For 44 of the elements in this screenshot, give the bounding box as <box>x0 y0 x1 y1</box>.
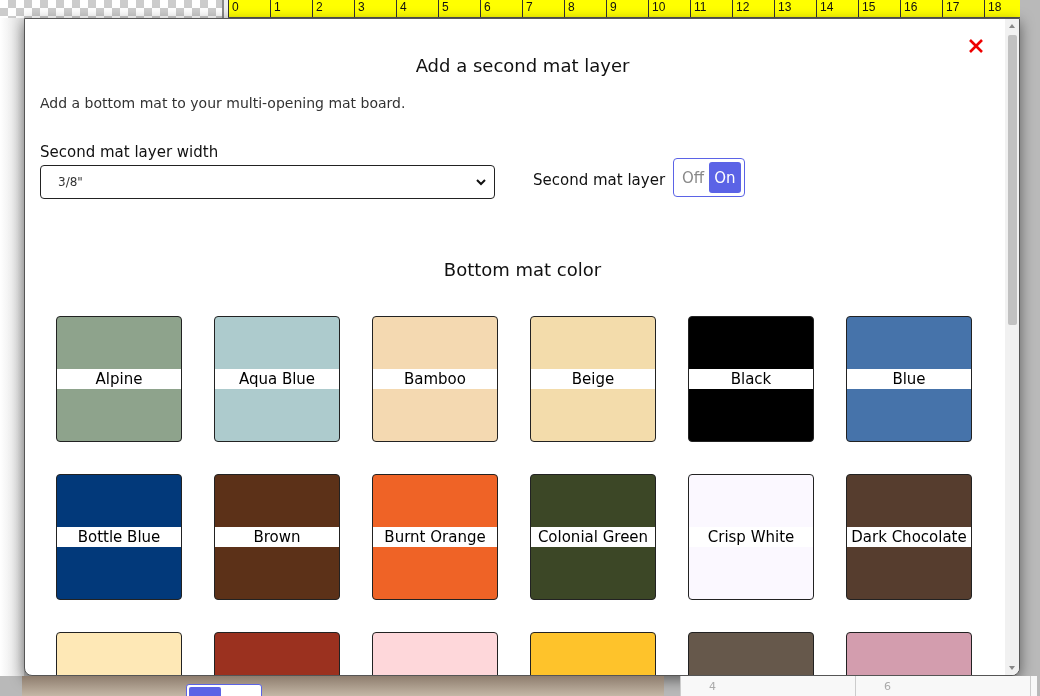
section-heading: Bottom mat color <box>442 259 603 280</box>
ruler-mark: 1 <box>274 0 281 14</box>
width-dropdown[interactable]: 3/8" <box>40 165 495 199</box>
color-swatch[interactable]: Blue <box>846 316 972 442</box>
color-swatch[interactable]: Burnt Orange <box>372 474 498 600</box>
ruler-mark: 12 <box>736 0 750 14</box>
color-swatch[interactable]: Colonial Green <box>530 474 656 600</box>
toggle-label: Second mat layer <box>533 171 666 189</box>
close-icon[interactable] <box>967 37 985 55</box>
color-swatch[interactable]: Brown <box>214 474 340 600</box>
ruler-mark: 15 <box>862 0 876 14</box>
ruler-mark: 11 <box>694 0 707 14</box>
color-swatch[interactable]: Alpine <box>56 316 182 442</box>
ruler-mark: 0 <box>232 0 239 14</box>
ruler-mark: 7 <box>526 0 533 14</box>
scrollbar[interactable] <box>1005 19 1019 675</box>
ruler-mark: 18 <box>988 0 1002 14</box>
ruler-mark: 3 <box>358 0 365 14</box>
ruler-mark: 9 <box>610 0 617 14</box>
color-swatch[interactable]: Dark Chocolate <box>846 474 972 600</box>
grid-label: 4 <box>709 680 716 693</box>
ruler-mark: 6 <box>484 0 491 14</box>
ruler-mark: 5 <box>442 0 449 14</box>
color-swatch[interactable]: Crisp White <box>688 474 814 600</box>
ruler-mark: 4 <box>400 0 407 14</box>
ruler-mark: 14 <box>820 0 834 14</box>
dialog-description: Add a bottom mat to your multi-opening mat board. <box>40 95 407 111</box>
field-label: Second mat layer width <box>40 143 220 161</box>
color-swatch[interactable]: Bottle Blue <box>56 474 182 600</box>
grid-label: 6 <box>884 680 891 693</box>
ruler-mark: 10 <box>652 0 666 14</box>
chevron-icon <box>476 178 486 186</box>
color-swatch[interactable]: Black <box>688 316 814 442</box>
ruler-mark: 13 <box>778 0 792 14</box>
color-swatch[interactable]: Beige <box>530 316 656 442</box>
toggle-option[interactable]: Off <box>677 162 710 193</box>
ruler-mark: 2 <box>316 0 323 14</box>
ruler-mark: 16 <box>904 0 918 14</box>
ruler-mark: 8 <box>568 0 575 14</box>
ruler-mark: 17 <box>946 0 960 14</box>
color-swatch[interactable]: Aqua Blue <box>214 316 340 442</box>
color-swatch[interactable]: Bamboo <box>372 316 498 442</box>
dialog-title: Add a second mat layer <box>414 55 631 78</box>
toggle-option[interactable]: On <box>709 162 741 193</box>
